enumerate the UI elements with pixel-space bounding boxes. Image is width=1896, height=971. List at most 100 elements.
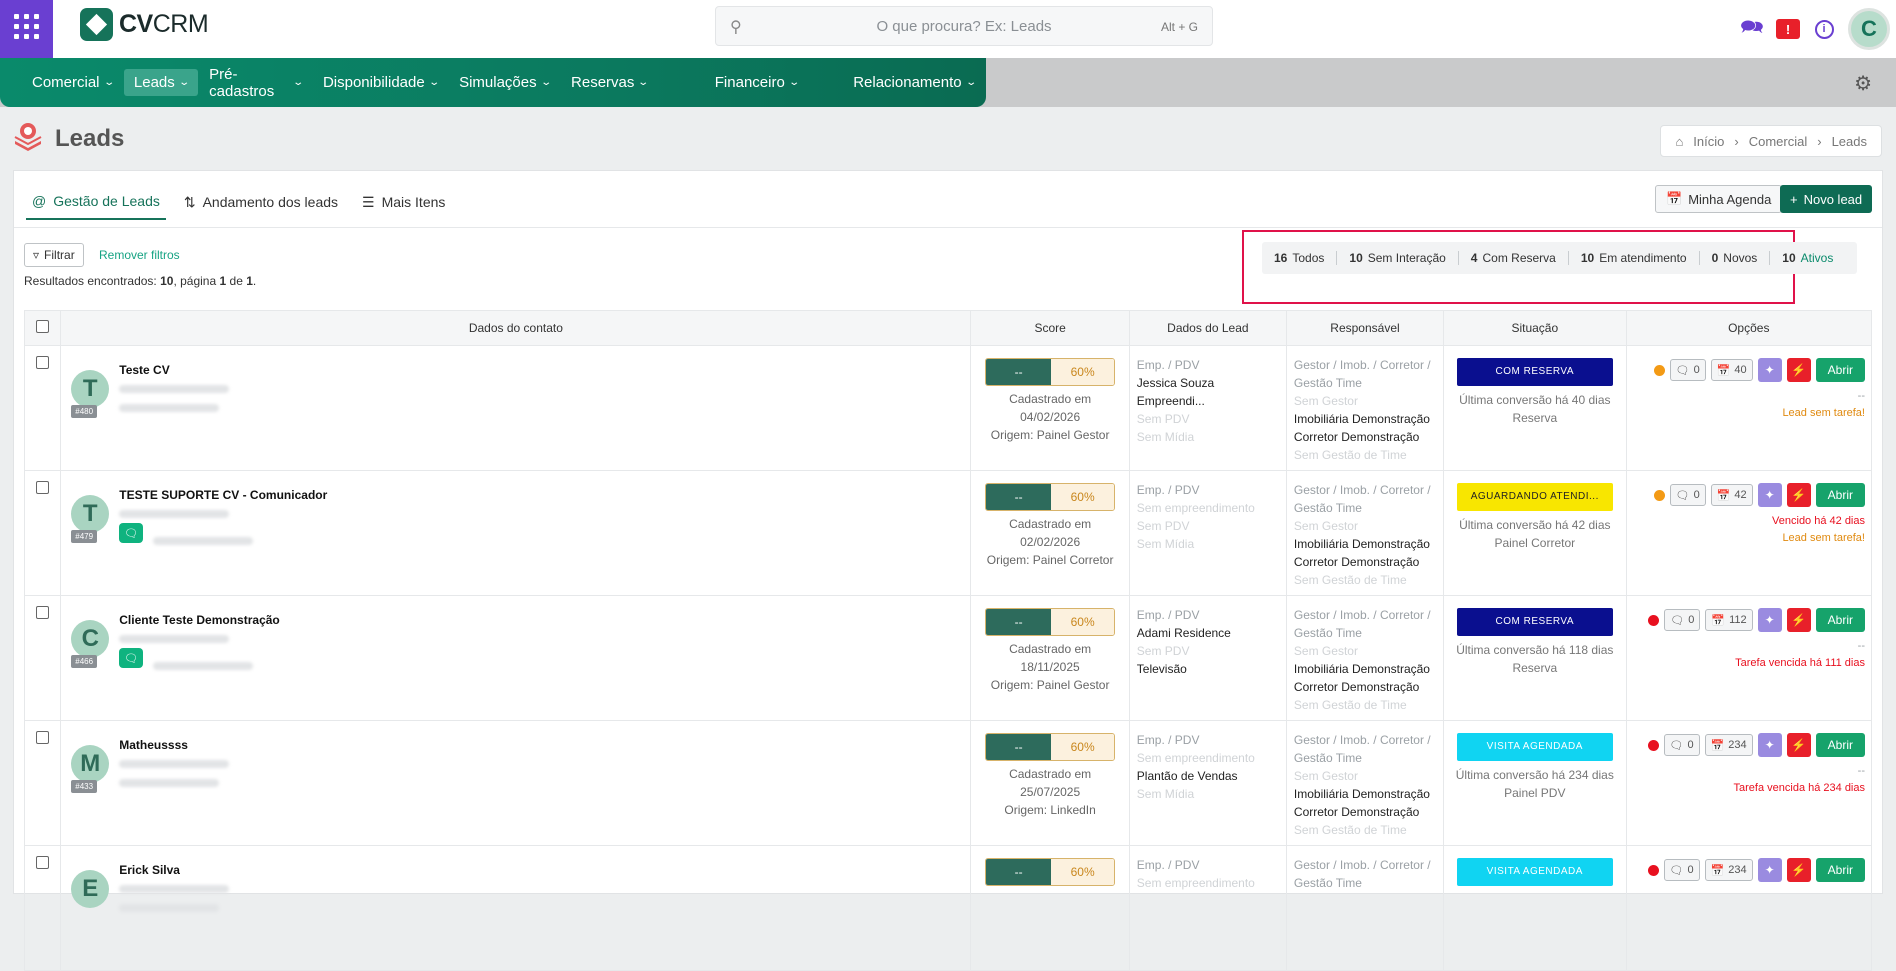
origin: Origem: Painel Gestor <box>990 428 1110 442</box>
nav-item-leads[interactable]: Leads ⌄ <box>123 69 199 96</box>
interactions-chip[interactable]: 🗨 0 <box>1664 609 1701 631</box>
alert-button[interactable]: ! <box>1770 11 1806 47</box>
magic-icon[interactable]: ✦ <box>1757 483 1782 507</box>
remove-filters-link[interactable]: Remover filtros <box>99 248 180 262</box>
magic-icon[interactable]: ✦ <box>1757 733 1782 757</box>
abrir-button[interactable]: Abrir <box>1815 858 1865 882</box>
message-icon[interactable]: 🗨 <box>119 648 144 668</box>
bolt-icon[interactable]: ⚡ <box>1786 858 1811 882</box>
stat-filter-com-reserva[interactable]: 4 Com Reserva <box>1459 251 1569 265</box>
abrir-button[interactable]: Abrir <box>1815 608 1865 632</box>
contact-name[interactable]: Cliente Teste Demonstração <box>119 613 280 627</box>
days-count: 112 <box>1729 614 1747 626</box>
contact-name[interactable]: Teste CV <box>119 363 169 377</box>
days-chip[interactable]: 📅 234 <box>1704 734 1753 756</box>
lead-id-badge: #480 <box>71 405 98 418</box>
options-cell: 🗨 0 📅 112 ✦ ⚡ Abrir -- Tarefa vencida há 111 dia… <box>1625 595 1873 721</box>
nav-item-reservas[interactable]: Reservas ⌄ <box>561 69 658 96</box>
interactions-chip[interactable]: 🗨 0 <box>1669 484 1706 506</box>
magic-icon[interactable]: ✦ <box>1757 358 1782 382</box>
contact-phone-redacted <box>119 779 220 787</box>
user-avatar[interactable]: C <box>1848 8 1890 50</box>
chat-button[interactable]: 🗪 <box>1734 11 1770 47</box>
results-pages: 1 <box>246 274 253 288</box>
contact-cell: T #480 Teste CV <box>60 345 972 471</box>
brand-logo[interactable]: CVCRM <box>80 8 209 41</box>
days-chip[interactable]: 📅 112 <box>1705 609 1753 631</box>
contact-name[interactable]: TESTE SUPORTE CV - Comunicador <box>119 488 327 502</box>
tab-label: Gestão de Leads <box>53 193 160 209</box>
resp-line: Sem Gestão de Time <box>1293 698 1407 712</box>
bolt-icon[interactable]: ⚡ <box>1786 733 1811 757</box>
interactions-chip[interactable]: 🗨 0 <box>1669 359 1706 381</box>
settings-gear-icon[interactable]: ⚙ <box>1854 71 1872 96</box>
resp-line: Imobiliária Demonstração <box>1293 537 1430 551</box>
magic-icon[interactable]: ✦ <box>1757 858 1782 882</box>
status-badge: VISITA AGENDADA <box>1456 858 1613 886</box>
results-mid: , página <box>173 274 220 288</box>
resp-line: Gestão Time <box>1293 501 1362 515</box>
calendar-icon: 📅 <box>1711 614 1726 627</box>
resp-line: Imobiliária Demonstração <box>1293 787 1430 801</box>
status-badge: VISITA AGENDADA <box>1456 733 1613 761</box>
row-checkbox[interactable] <box>36 856 50 869</box>
comments-icon: 🗨 <box>1675 364 1690 377</box>
nav-item-pre-cadastros[interactable]: Pré-cadastros ⌄ <box>199 61 312 105</box>
days-chip[interactable]: 📅 234 <box>1704 859 1753 881</box>
stat-filter-sem-interacao[interactable]: 10 Sem Interação <box>1337 251 1459 265</box>
nav-label: Reservas <box>571 74 635 91</box>
nav-item-simulacoes[interactable]: Simulações ⌄ <box>449 69 560 96</box>
breadcrumb-comercial[interactable]: Comercial <box>1749 134 1808 149</box>
filter-button[interactable]: ▿ Filtrar <box>24 243 84 267</box>
nav-item-relacionamento[interactable]: Relacionamento ⌄ <box>843 69 985 96</box>
leads-table: Dados do contato Score Dados do Lead Res… <box>23 310 1873 971</box>
stat-filter-em-atendimento[interactable]: 10 Em atendimento <box>1569 251 1700 265</box>
row-checkbox[interactable] <box>36 481 50 494</box>
abrir-button[interactable]: Abrir <box>1815 483 1865 507</box>
breadcrumb-home[interactable]: Início <box>1693 134 1724 149</box>
table-row: M #433 Matheussss -- 60% Cadastrado em 25/07/2… <box>23 720 1873 846</box>
conversion-source: Painel PDV <box>1504 786 1566 800</box>
minha-agenda-button[interactable]: 📅 Minha Agenda <box>1655 185 1783 213</box>
stat-filter-ativos[interactable]: 10 Ativos <box>1770 251 1845 265</box>
tab-mais-itens[interactable]: ☰ Mais Itens <box>356 188 451 220</box>
days-chip[interactable]: 📅 40 <box>1710 359 1753 381</box>
responsible-cell: Gestor / Imob. / Corretor / Gestão Time Se… <box>1285 595 1445 721</box>
message-icon[interactable]: 🗨 <box>119 523 144 543</box>
row-checkbox[interactable] <box>36 356 50 369</box>
priority-dot <box>1653 489 1665 501</box>
stat-count: 10 <box>1782 251 1796 265</box>
task-note: Vencido há 42 dias <box>1772 515 1865 527</box>
registered-label: Cadastrado em <box>1009 767 1092 781</box>
abrir-button[interactable]: Abrir <box>1815 358 1865 382</box>
stat-filter-todos[interactable]: 16 Todos <box>1274 251 1338 265</box>
lead-line: Emp. / PDV <box>1136 733 1200 747</box>
novo-lead-button[interactable]: + Novo lead <box>1780 185 1873 213</box>
select-all-checkbox[interactable] <box>36 320 50 333</box>
interactions-chip[interactable]: 🗨 0 <box>1663 734 1700 756</box>
contact-name[interactable]: Matheussss <box>119 738 188 752</box>
contact-name[interactable]: Erick Silva <box>119 863 180 877</box>
days-chip[interactable]: 📅 42 <box>1710 484 1753 506</box>
apps-menu-icon[interactable] <box>0 0 53 58</box>
magic-icon[interactable]: ✦ <box>1757 608 1782 632</box>
interactions-chip[interactable]: 🗨 0 <box>1663 859 1700 881</box>
bolt-icon[interactable]: ⚡ <box>1786 358 1811 382</box>
stat-filter-novos[interactable]: 0 Novos <box>1700 251 1771 265</box>
tab-andamento-dos-leads[interactable]: ⇅ Andamento dos leads <box>178 188 344 220</box>
info-button[interactable]: i <box>1806 11 1842 47</box>
nav-item-financeiro[interactable]: Financeiro ⌄ <box>705 69 808 96</box>
nav-item-disponibilidade[interactable]: Disponibilidade ⌄ <box>313 69 448 96</box>
chevron-right-icon: › <box>1817 133 1822 149</box>
tab-gestao-de-leads[interactable]: @ Gestão de Leads <box>26 188 166 220</box>
options-cell: 🗨 0 📅 234 ✦ ⚡ Abrir <box>1625 845 1873 971</box>
nav-label: Simulações <box>459 74 537 91</box>
nav-item-comercial[interactable]: Comercial ⌄ <box>22 69 123 96</box>
search-input[interactable]: ⚲ O que procura? Ex: Leads Alt + G <box>715 6 1213 46</box>
row-checkbox[interactable] <box>36 606 50 619</box>
row-checkbox[interactable] <box>36 731 50 744</box>
contact-phone-redacted <box>119 404 220 412</box>
abrir-button[interactable]: Abrir <box>1815 733 1865 757</box>
bolt-icon[interactable]: ⚡ <box>1786 608 1811 632</box>
bolt-icon[interactable]: ⚡ <box>1786 483 1811 507</box>
